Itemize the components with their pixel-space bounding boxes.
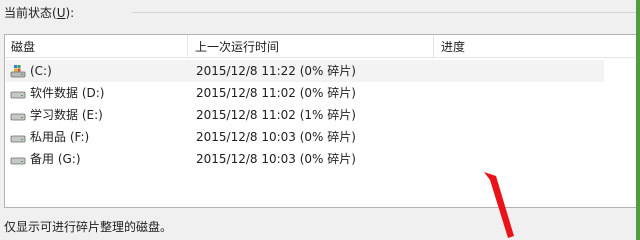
column-header-last-run[interactable]: 上一次运行时间 xyxy=(195,39,279,55)
drive-icon xyxy=(10,113,26,121)
last-run-time: 2015/12/8 10:03 (0% 碎片) xyxy=(196,152,356,166)
column-divider[interactable] xyxy=(433,35,434,57)
last-run-time: 2015/12/8 11:22 (0% 碎片) xyxy=(196,64,356,78)
table-row[interactable]: 软件数据 (D:) 2015/12/8 11:02 (0% 碎片) xyxy=(6,82,604,104)
footer-note: 仅显示可进行碎片整理的磁盘。 xyxy=(4,220,173,234)
last-run-time: 2015/12/8 10:03 (0% 碎片) xyxy=(196,130,356,144)
table-row[interactable]: 学习数据 (E:) 2015/12/8 11:02 (1% 碎片) xyxy=(6,104,604,126)
status-divider xyxy=(132,12,640,13)
red-arrow-icon xyxy=(484,172,514,238)
table-row[interactable]: 私用品 (F:) 2015/12/8 10:03 (0% 碎片) xyxy=(6,126,604,148)
drive-icon xyxy=(10,91,26,99)
column-header-progress[interactable]: 进度 xyxy=(441,39,465,55)
disk-name: 备用 (G:) xyxy=(30,152,81,166)
list-header: 磁盘 上一次运行时间 进度 xyxy=(5,35,640,58)
window-edge xyxy=(636,0,640,240)
disk-name: 软件数据 (D:) xyxy=(30,86,105,100)
disk-list[interactable]: 磁盘 上一次运行时间 进度 (C:) 2015/12/8 11:22 (0% 碎… xyxy=(4,34,640,208)
drive-icon xyxy=(10,157,26,165)
column-divider[interactable] xyxy=(187,35,188,57)
disk-name: 私用品 (F:) xyxy=(30,130,90,144)
disk-name: (C:) xyxy=(30,64,52,78)
status-label-suffix: ): xyxy=(65,6,75,20)
status-label: 当前状态(U): xyxy=(4,4,74,21)
status-label-text: 当前状态( xyxy=(4,6,57,20)
last-run-time: 2015/12/8 11:02 (0% 碎片) xyxy=(196,86,356,100)
drive-icon xyxy=(10,135,26,143)
table-row[interactable]: (C:) 2015/12/8 11:22 (0% 碎片) xyxy=(6,60,604,82)
system-drive-icon xyxy=(10,65,26,78)
table-row[interactable]: 备用 (G:) 2015/12/8 10:03 (0% 碎片) xyxy=(6,148,604,170)
last-run-time: 2015/12/8 11:02 (1% 碎片) xyxy=(196,108,356,122)
disk-name: 学习数据 (E:) xyxy=(30,108,103,122)
column-header-disk[interactable]: 磁盘 xyxy=(11,39,35,55)
